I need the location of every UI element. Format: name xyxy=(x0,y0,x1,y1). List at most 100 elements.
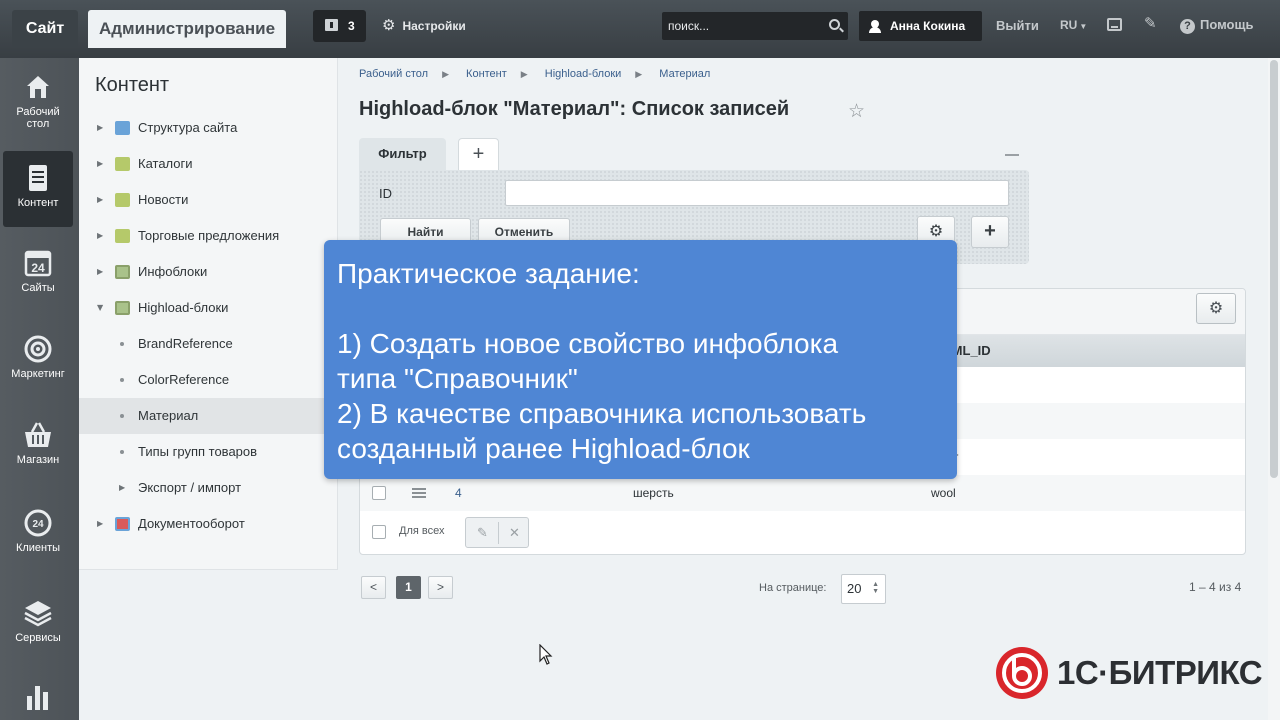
records-total: 1 – 4 из 4 xyxy=(1189,580,1242,594)
next-page-button[interactable]: > xyxy=(428,576,453,599)
menu-item-trade-offers[interactable]: ▶ Торговые предложения xyxy=(79,218,338,254)
delete-icon[interactable]: ✕ xyxy=(506,524,523,541)
help-button[interactable]: ? Помощь xyxy=(1180,17,1253,34)
admin-tab[interactable]: Администрирование xyxy=(88,10,286,48)
chevron-right-icon[interactable]: ▶ xyxy=(97,506,103,542)
rail-item-sites[interactable]: 24 Сайты xyxy=(3,248,73,304)
table-row[interactable]: 4 шерсть wool xyxy=(360,475,1245,511)
rail-label: Маркетинг xyxy=(11,368,65,380)
gear-icon: ⚙ xyxy=(1208,300,1224,317)
per-page-label: На странице: xyxy=(759,582,827,594)
page-scrollbar[interactable] xyxy=(1268,58,1280,720)
breadcrumb-item[interactable]: Материал xyxy=(659,68,710,80)
panel-footer xyxy=(79,569,338,720)
per-page-select[interactable]: 20 ▲ ▼ xyxy=(841,574,886,604)
menu-item-news[interactable]: ▶ Новости xyxy=(79,182,338,218)
notification-icon xyxy=(325,19,338,31)
rail-label: Клиенты xyxy=(15,542,61,554)
page-1-button[interactable]: 1 xyxy=(396,576,421,599)
row-checkbox[interactable] xyxy=(372,486,386,500)
menu-item-product-group-types[interactable]: Типы групп товаров xyxy=(79,434,338,470)
overlay-line: 1) Создать новое свойство инфоблока xyxy=(337,328,839,359)
settings-button[interactable]: ⚙ Настройки xyxy=(382,10,466,42)
top-bar: Сайт Администрирование 3 ⚙ Настройки Анна… xyxy=(0,0,1280,58)
edit-icon[interactable]: ✎ xyxy=(474,524,491,541)
logout-link[interactable]: Выйти xyxy=(996,18,1039,33)
row-menu-icon[interactable] xyxy=(412,488,426,490)
rail-item-clients[interactable]: 24 Клиенты xyxy=(3,508,73,564)
breadcrumb-item[interactable]: Highload-блоки xyxy=(545,68,622,80)
breadcrumb: Рабочий стол ▶ Контент ▶ Highload-блоки ▶ М… xyxy=(359,68,724,80)
chevron-right-icon: ▶ xyxy=(520,69,528,79)
rail-item-content[interactable]: Контент xyxy=(3,151,73,227)
menu-item-brandreference[interactable]: BrandReference xyxy=(79,326,338,362)
bullet-icon xyxy=(120,378,124,382)
per-page-value: 20 xyxy=(847,581,862,596)
menu-item-material[interactable]: Материал xyxy=(79,398,338,434)
language-selector[interactable]: RU ▼ xyxy=(1060,18,1087,32)
menu-item-export-import[interactable]: ▶ Экспорт / импорт xyxy=(79,470,338,506)
prev-page-button[interactable]: < xyxy=(361,576,386,599)
filter-id-input[interactable] xyxy=(505,180,1009,206)
structure-icon xyxy=(115,121,130,135)
rail-item-desktop[interactable]: Рабочий стол xyxy=(3,72,73,142)
chevron-right-icon[interactable]: ▶ xyxy=(97,146,103,182)
menu-item-label: Торговые предложения xyxy=(138,228,280,243)
bullet-icon xyxy=(120,414,124,418)
chevron-right-icon: ▶ xyxy=(442,69,449,79)
overlay-line: 2) В качестве справочника использовать xyxy=(337,398,867,429)
home-icon xyxy=(27,76,49,98)
clients-badge: 24 xyxy=(32,519,44,530)
pin-icon[interactable]: ✎ xyxy=(1144,14,1157,32)
menu-item-site-structure[interactable]: ▶ Структура сайта xyxy=(79,110,338,146)
rail-item-analytics[interactable] xyxy=(3,680,73,720)
rail-label: Магазин xyxy=(16,454,60,466)
chevron-right-icon[interactable]: ▶ xyxy=(97,182,103,218)
menu-item-highload-blocks[interactable]: ▶ Highload-блоки xyxy=(79,290,338,326)
bullet-icon xyxy=(120,450,124,454)
minimize-icon[interactable] xyxy=(1005,154,1019,156)
filter-tab[interactable]: Фильтр xyxy=(359,138,446,170)
star-icon[interactable]: ☆ xyxy=(848,100,865,123)
chevron-down-icon: ▼ xyxy=(1079,22,1088,31)
grid-settings-button[interactable]: ⚙ xyxy=(1196,293,1236,324)
rail-item-services[interactable]: Сервисы xyxy=(3,598,73,654)
bitrix-logo-icon xyxy=(996,647,1048,699)
document-icon xyxy=(29,165,47,191)
menu-item-label: Типы групп товаров xyxy=(138,444,258,459)
gear-icon: ⚙ xyxy=(928,223,944,240)
menu-item-infoblocks[interactable]: ▶ Инфоблоки xyxy=(79,254,338,290)
menu-item-workflow[interactable]: ▶ Документооборот xyxy=(79,506,338,542)
add-filter-field-button[interactable]: + xyxy=(971,216,1009,248)
rail-label: Сервисы xyxy=(15,632,61,644)
menu-item-catalogs[interactable]: ▶ Каталоги xyxy=(79,146,338,182)
cell-id[interactable]: 4 xyxy=(455,475,462,511)
bullet-icon xyxy=(120,342,124,346)
cell-xml-id: wool xyxy=(931,486,956,500)
menu-item-colorreference[interactable]: ColorReference xyxy=(79,362,338,398)
rail-item-shop[interactable]: Магазин xyxy=(3,420,73,476)
chevron-right-icon[interactable]: ▶ xyxy=(97,110,103,146)
user-button[interactable]: Анна Кокина xyxy=(859,11,982,41)
chevron-right-icon[interactable]: ▶ xyxy=(97,218,103,254)
search-input[interactable] xyxy=(662,12,822,40)
overlay-gap xyxy=(337,291,944,326)
menu-item-label: Новости xyxy=(138,192,189,207)
breadcrumb-item[interactable]: Контент xyxy=(466,68,507,80)
site-tab[interactable]: Сайт xyxy=(12,10,78,48)
chevron-right-icon[interactable]: ▶ xyxy=(119,470,125,506)
scrollbar-thumb[interactable] xyxy=(1270,60,1278,478)
rail-label: Рабочий xyxy=(16,106,60,118)
select-all-checkbox[interactable] xyxy=(372,525,386,539)
search-icon[interactable] xyxy=(829,19,840,30)
menu-item-label: Каталоги xyxy=(138,156,193,171)
chevron-down-icon[interactable]: ▶ xyxy=(82,305,118,311)
menu-item-label: Структура сайта xyxy=(138,120,238,135)
breadcrumb-item[interactable]: Рабочий стол xyxy=(359,68,428,80)
add-filter-tab-button[interactable]: + xyxy=(458,138,499,170)
keyboard-icon[interactable] xyxy=(1107,18,1122,31)
rail-item-marketing[interactable]: Маркетинг xyxy=(3,334,73,390)
chevron-right-icon[interactable]: ▶ xyxy=(97,254,103,290)
notifications-button[interactable]: 3 xyxy=(313,10,366,42)
workflow-icon xyxy=(115,517,130,531)
